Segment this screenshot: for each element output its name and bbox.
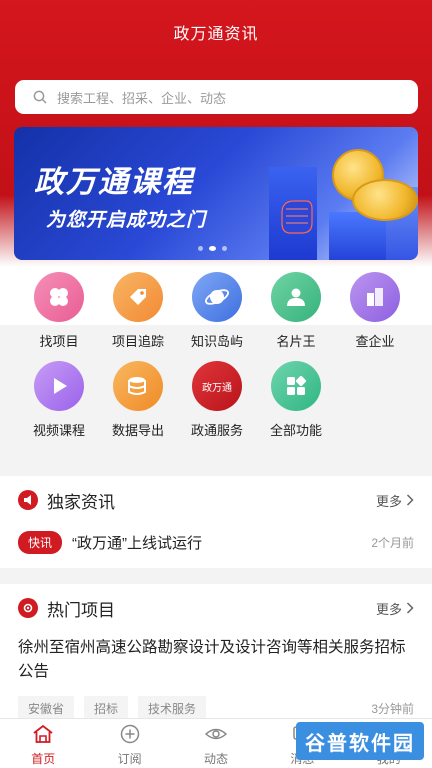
feature-knowledge-island[interactable]: 知识岛屿 bbox=[177, 272, 257, 350]
zwt-logo-text: 政万通 bbox=[202, 382, 232, 394]
grid-icon bbox=[271, 361, 321, 411]
feature-label: 知识岛屿 bbox=[190, 334, 243, 349]
tab-dynamics[interactable]: 动态 bbox=[173, 719, 259, 768]
feature-label: 项目追踪 bbox=[111, 334, 164, 349]
project-title: 徐州至宿州高速公路勘察设计及设计咨询等相关服务招标公告 bbox=[18, 639, 406, 680]
flash-badge: 快讯 bbox=[18, 530, 63, 554]
hot-projects-more-link[interactable]: 更多 bbox=[376, 599, 414, 618]
project-time: 3分钟前 bbox=[371, 702, 414, 716]
banner-headline: 政万通课程 bbox=[34, 166, 194, 199]
chevron-right-icon bbox=[406, 494, 414, 506]
plus-circle-icon bbox=[120, 724, 139, 744]
tab-label: 订阅 bbox=[117, 752, 142, 766]
fist-icon bbox=[281, 200, 313, 234]
feature-label: 查企业 bbox=[355, 334, 395, 349]
pagination-dot bbox=[222, 246, 227, 251]
feature-zwt-service[interactable]: 政万通 政通服务 bbox=[177, 361, 257, 439]
page-title: 政万通资讯 bbox=[173, 26, 259, 43]
feature-find-project[interactable]: 找项目 bbox=[19, 272, 99, 350]
feature-label: 政通服务 bbox=[190, 423, 243, 438]
watermark-logo: 谷普软件园 bbox=[296, 722, 424, 760]
news-item[interactable]: 快讯 “政万通”上线试运行 2个月前 bbox=[0, 524, 432, 560]
database-icon bbox=[113, 361, 163, 411]
tag-icon bbox=[113, 272, 163, 322]
tab-label: 动态 bbox=[203, 752, 228, 766]
coin-icon bbox=[352, 179, 418, 221]
feature-business-card[interactable]: 名片王 bbox=[256, 272, 336, 350]
feature-label: 名片王 bbox=[276, 334, 316, 349]
planet-icon bbox=[192, 272, 242, 322]
fire-icon bbox=[18, 598, 38, 618]
promo-banner[interactable]: 政万通课程 为您开启成功之门 bbox=[14, 127, 418, 260]
hot-projects-header: 热门项目 更多 bbox=[0, 584, 432, 632]
feature-label: 全部功能 bbox=[269, 423, 322, 438]
feature-company-search[interactable]: 查企业 bbox=[335, 272, 415, 350]
tab-label: 首页 bbox=[31, 752, 56, 766]
hot-projects-title: 热门项目 bbox=[47, 600, 115, 620]
news-headline: “政万通”上线试运行 bbox=[72, 534, 203, 552]
person-card-icon bbox=[271, 272, 321, 322]
feature-video-course[interactable]: 视频课程 bbox=[19, 361, 99, 439]
clover-icon bbox=[34, 272, 84, 322]
eye-icon bbox=[204, 728, 228, 740]
search-placeholder: 搜索工程、招采、企业、动态 bbox=[57, 90, 227, 106]
feature-label: 视频课程 bbox=[32, 423, 85, 438]
feature-label: 数据导出 bbox=[111, 423, 164, 438]
feature-label: 找项目 bbox=[39, 334, 79, 349]
feature-all-functions[interactable]: 全部功能 bbox=[256, 361, 336, 439]
exclusive-news-title: 独家资讯 bbox=[47, 492, 115, 512]
banner-subheadline: 为您开启成功之门 bbox=[46, 210, 207, 231]
tab-subscribe[interactable]: 订阅 bbox=[86, 719, 172, 768]
project-item[interactable]: 徐州至宿州高速公路勘察设计及设计咨询等相关服务招标公告 安徽省 招标 技术服务 … bbox=[0, 636, 432, 721]
pagination-dot-active bbox=[209, 246, 216, 251]
chevron-right-icon bbox=[406, 602, 414, 614]
tab-home[interactable]: 首页 bbox=[0, 719, 86, 768]
megaphone-icon bbox=[18, 490, 38, 510]
news-time: 2个月前 bbox=[371, 535, 414, 550]
feature-data-export[interactable]: 数据导出 bbox=[98, 361, 178, 439]
banner-pagination bbox=[198, 246, 227, 251]
search-icon bbox=[33, 90, 47, 104]
search-bar[interactable]: 搜索工程、招采、企业、动态 bbox=[15, 80, 418, 114]
exclusive-news-more-link[interactable]: 更多 bbox=[376, 491, 414, 510]
more-label: 更多 bbox=[375, 601, 402, 617]
pagination-dot bbox=[198, 246, 203, 251]
feature-project-tracking[interactable]: 项目追踪 bbox=[98, 272, 178, 350]
exclusive-news-header: 独家资讯 更多 bbox=[0, 476, 432, 524]
hot-projects-card: 热门项目 更多 徐州至宿州高速公路勘察设计及设计咨询等相关服务招标公告 安徽省 … bbox=[0, 584, 432, 724]
home-icon bbox=[33, 724, 53, 743]
building-icon bbox=[350, 272, 400, 322]
exclusive-news-card: 独家资讯 更多 快讯 “政万通”上线试运行 2个月前 bbox=[0, 476, 432, 568]
play-icon bbox=[34, 361, 84, 411]
zwt-logo-icon: 政万通 bbox=[192, 361, 242, 411]
more-label: 更多 bbox=[375, 493, 402, 509]
